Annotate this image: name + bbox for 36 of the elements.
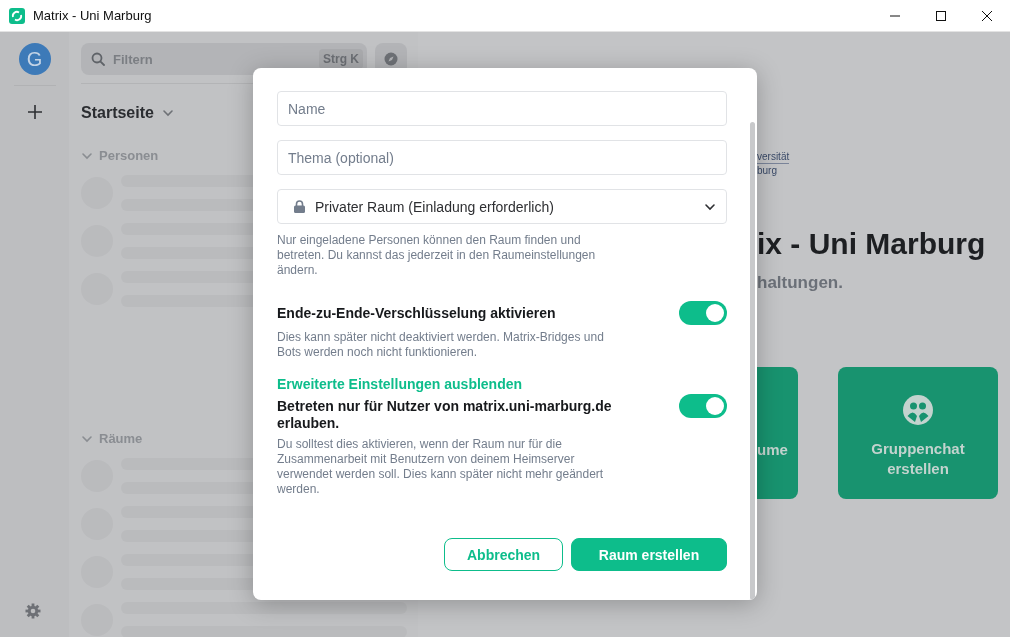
help-text: Dies kann später nicht deaktiviert werden. Matrix-Bridges und Bots werden noch nicht funktionieren. — [277, 330, 605, 360]
maximize-icon — [936, 10, 946, 21]
scrollbar[interactable] — [750, 122, 755, 600]
lock-icon — [294, 200, 305, 213]
search-field[interactable]: Filtern Strg K — [81, 43, 367, 75]
input-field[interactable]: Thema (optional) — [277, 140, 727, 175]
search-icon — [91, 52, 105, 66]
compass-icon — [384, 52, 398, 66]
advanced-settings-link[interactable]: Erweiterte Einstellungen ausblenden — [277, 376, 727, 392]
action-card[interactable]: Gruppenchat erstellen — [838, 367, 998, 499]
create-button[interactable]: Raum erstellen — [571, 538, 727, 571]
keyboard-shortcut: Strg K — [319, 49, 363, 69]
app-logo-icon — [9, 7, 25, 24]
settings-button[interactable] — [25, 603, 41, 619]
window-title: Matrix - Uni Marburg — [33, 8, 153, 23]
user-avatar[interactable]: G — [18, 43, 51, 75]
space-title[interactable]: Startseite — [81, 104, 154, 122]
toggle-switch[interactable] — [679, 301, 727, 325]
option-label: Ende-zu-Ende-Verschlüsselung aktivieren — [277, 305, 556, 322]
toggle-switch[interactable] — [679, 394, 727, 418]
help-text: Du solltest dies aktivieren, wenn der Raum nur für die Zusammenarbeit mit Benutzern von deinem Heimserver verwendet werden soll. Dies kann später nicht mehr geändert werden. — [277, 437, 605, 497]
people-icon — [903, 395, 933, 425]
chevron-down-icon — [161, 107, 174, 119]
logo-text: burg — [757, 164, 778, 177]
help-text: Nur eingeladene Personen können den Raum finden und betreten. Du kannst das jederzeit in den Raumeinstellungen ändern. — [277, 233, 597, 278]
close-icon — [982, 10, 992, 21]
visibility-dropdown[interactable]: Privater Raum (Einladung erforderlich) — [277, 189, 727, 224]
cancel-button[interactable]: Abbrechen — [444, 538, 563, 571]
input-field[interactable]: Name — [277, 91, 727, 126]
welcome-heading: ix - Uni Marburg — [757, 227, 987, 261]
welcome-subtitle: haltungen. — [757, 273, 844, 293]
settings-icon — [25, 603, 41, 619]
plus-icon — [27, 105, 42, 119]
action-card[interactable]: ume — [757, 367, 798, 499]
search-placeholder: Filtern — [113, 51, 154, 67]
option-label: Betreten nur für Nutzer von matrix.uni-marburg.de erlauben. — [277, 398, 613, 432]
